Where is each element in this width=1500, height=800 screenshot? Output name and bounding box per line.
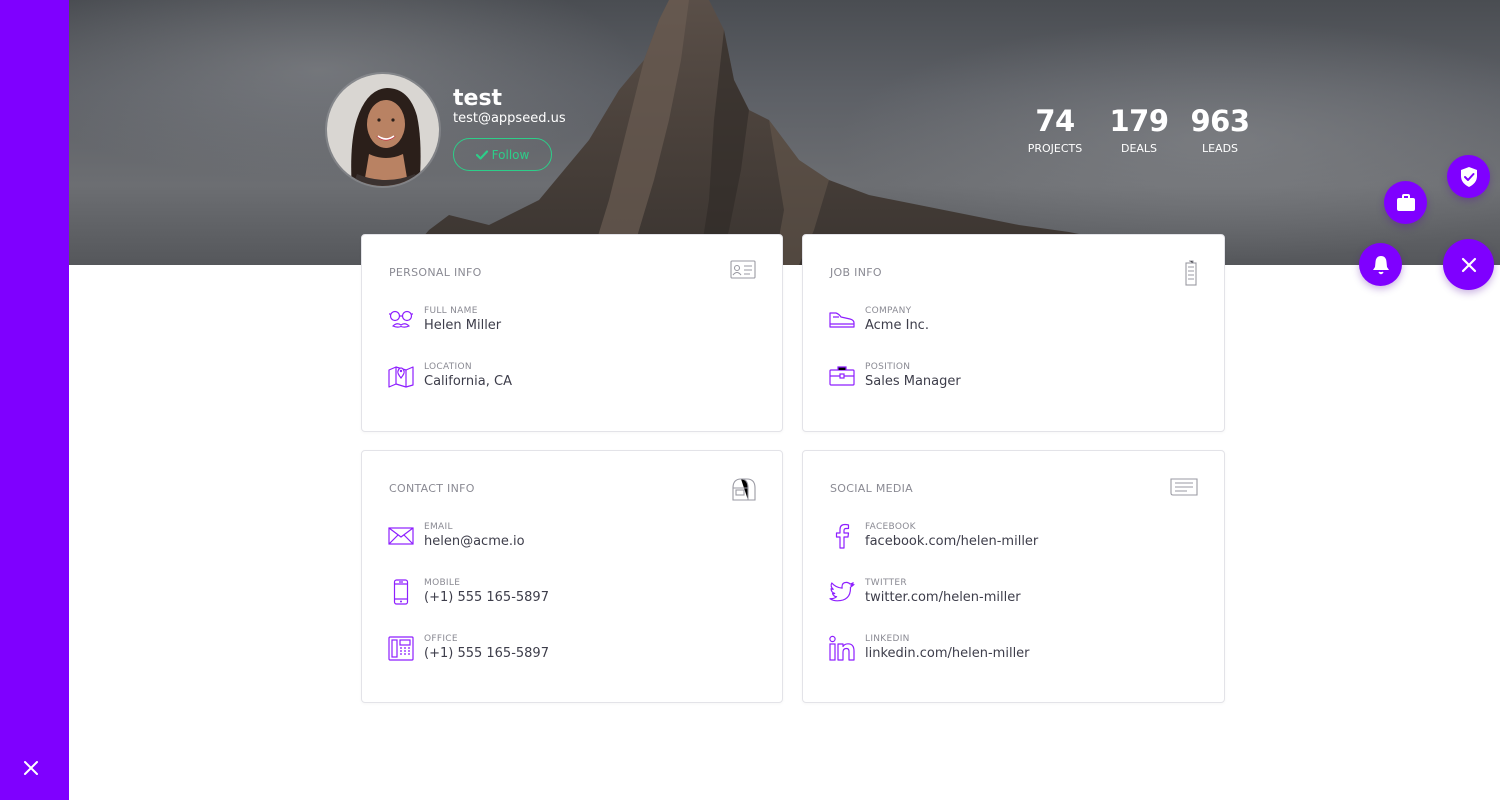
bell-fab-button[interactable] bbox=[1359, 243, 1402, 286]
stat-label: DEALS bbox=[1120, 142, 1158, 155]
field-position: POSITION Sales Manager bbox=[829, 362, 961, 389]
mailbox-icon bbox=[730, 476, 756, 506]
profile-name: test bbox=[453, 86, 503, 111]
check-icon bbox=[475, 149, 488, 160]
field-company: COMPANY Acme Inc. bbox=[829, 306, 929, 333]
fab-close-button[interactable] bbox=[1443, 239, 1494, 290]
building-icon bbox=[1184, 260, 1198, 290]
facebook-icon bbox=[829, 523, 855, 549]
mobile-icon bbox=[388, 578, 414, 605]
field-label: FULL NAME bbox=[424, 306, 478, 316]
stat-label: LEADS bbox=[1201, 142, 1239, 155]
field-linkedin: LINKEDIN linkedin.com/helen-miller bbox=[829, 634, 1030, 661]
field-label: EMAIL bbox=[424, 522, 453, 532]
field-value: helen@acme.io bbox=[424, 534, 525, 549]
field-twitter: TWITTER twitter.com/helen-miller bbox=[829, 578, 1021, 605]
linkedin-icon bbox=[829, 635, 855, 661]
field-office: OFFICE (+1) 555 165-5897 bbox=[388, 634, 549, 661]
field-label: TWITTER bbox=[865, 578, 907, 588]
shoe-icon bbox=[829, 307, 855, 333]
shield-fab-button[interactable] bbox=[1447, 155, 1490, 198]
job-info-card: JOB INFO COMPANY Acme Inc. POSITION Sale… bbox=[802, 234, 1225, 432]
field-value[interactable]: twitter.com/helen-miller bbox=[865, 590, 1021, 605]
close-icon bbox=[1461, 257, 1476, 272]
stat-deals: 179 DEALS bbox=[1105, 104, 1173, 155]
card-title: JOB INFO bbox=[830, 266, 882, 279]
stat-leads: 963 LEADS bbox=[1187, 104, 1253, 155]
field-value: (+1) 555 165-5897 bbox=[424, 646, 549, 661]
stat-label: PROJECTS bbox=[1027, 142, 1083, 155]
field-label: POSITION bbox=[865, 362, 911, 372]
stat-projects: 74 PROJECTS bbox=[1020, 104, 1090, 155]
field-value[interactable]: facebook.com/helen-miller bbox=[865, 534, 1038, 549]
briefcase-fab-button[interactable] bbox=[1384, 181, 1427, 224]
envelope-icon bbox=[388, 523, 414, 549]
field-value: California, CA bbox=[424, 374, 512, 389]
field-label: LINKEDIN bbox=[865, 634, 910, 644]
sidebar bbox=[0, 0, 69, 800]
twitter-icon bbox=[829, 579, 855, 605]
bell-icon bbox=[1372, 255, 1389, 274]
profile-email: test@appseed.us bbox=[453, 111, 566, 126]
field-label: COMPANY bbox=[865, 306, 912, 316]
field-value: (+1) 555 165-5897 bbox=[424, 590, 549, 605]
newspaper-icon bbox=[1170, 476, 1198, 502]
contact-info-card: CONTACT INFO EMAIL helen@acme.io MOBILE … bbox=[361, 450, 783, 703]
stat-value: 74 bbox=[1035, 104, 1075, 138]
field-value: Helen Miller bbox=[424, 318, 502, 333]
field-value: Sales Manager bbox=[865, 374, 961, 389]
map-icon bbox=[388, 363, 414, 389]
avatar bbox=[325, 72, 441, 188]
stat-value: 963 bbox=[1190, 104, 1250, 138]
field-label: MOBILE bbox=[424, 578, 461, 588]
card-title: CONTACT INFO bbox=[389, 482, 475, 495]
field-label: LOCATION bbox=[424, 362, 472, 372]
field-label: OFFICE bbox=[424, 634, 458, 644]
briefcase-icon bbox=[829, 363, 855, 389]
field-value: Acme Inc. bbox=[865, 318, 929, 333]
field-value[interactable]: linkedin.com/helen-miller bbox=[865, 646, 1030, 661]
field-full-name: FULL NAME Helen Miller bbox=[388, 306, 501, 333]
id-card-icon bbox=[730, 260, 756, 286]
card-title: PERSONAL INFO bbox=[389, 266, 482, 279]
briefcase-icon bbox=[1396, 193, 1415, 211]
field-label: FACEBOOK bbox=[865, 522, 916, 532]
field-email: EMAIL helen@acme.io bbox=[388, 522, 525, 549]
follow-button[interactable]: Follow bbox=[453, 138, 552, 171]
sidebar-close-icon[interactable] bbox=[21, 758, 41, 778]
office-phone-icon bbox=[388, 635, 414, 661]
glasses-mustache-icon bbox=[388, 307, 414, 333]
card-title: SOCIAL MEDIA bbox=[830, 482, 913, 495]
mountain-background bbox=[69, 0, 1500, 265]
field-facebook: FACEBOOK facebook.com/helen-miller bbox=[829, 522, 1038, 549]
stat-value: 179 bbox=[1109, 104, 1169, 138]
profile-header: test test@appseed.us Follow 74 PROJECTS … bbox=[69, 0, 1500, 265]
follow-label: Follow bbox=[491, 147, 530, 162]
personal-info-card: PERSONAL INFO FULL NAME Helen Miller LOC… bbox=[361, 234, 783, 432]
social-media-card: SOCIAL MEDIA FACEBOOK facebook.com/helen… bbox=[802, 450, 1225, 703]
shield-check-icon bbox=[1460, 166, 1477, 187]
field-mobile: MOBILE (+1) 555 165-5897 bbox=[388, 578, 549, 605]
field-location: LOCATION California, CA bbox=[388, 362, 512, 389]
